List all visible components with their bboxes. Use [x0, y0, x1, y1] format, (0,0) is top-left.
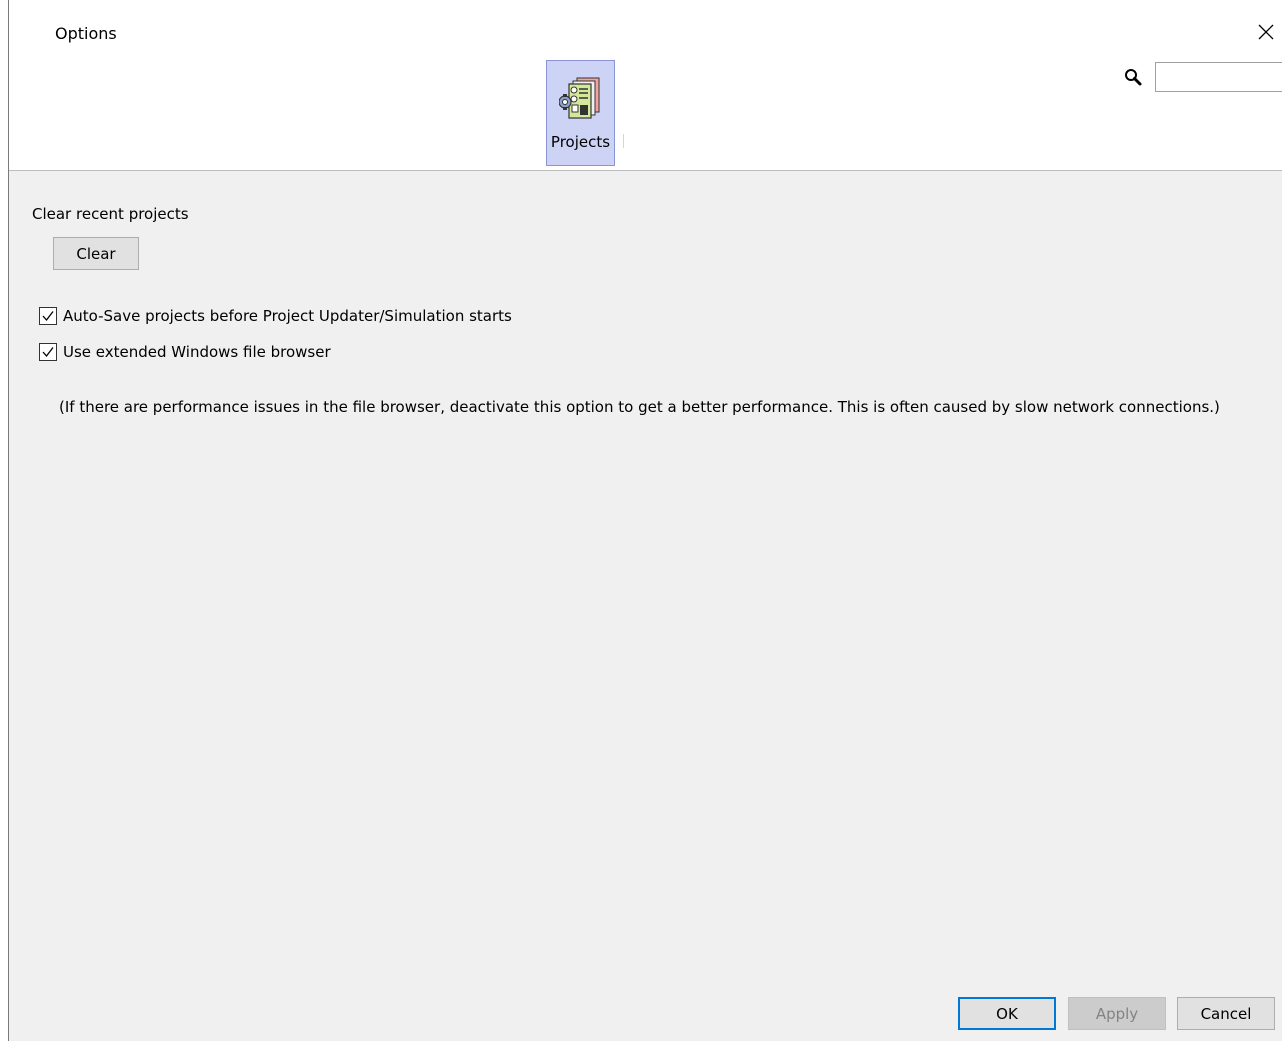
category-projects[interactable]: Projects — [546, 60, 615, 166]
checkmark-icon — [42, 347, 54, 358]
apply-button[interactable]: Apply — [1068, 997, 1166, 1030]
extended-browser-checkbox[interactable] — [39, 343, 57, 361]
close-icon — [1258, 24, 1274, 40]
options-dialog: Options Projects Clear recent projects C… — [8, 0, 1282, 1041]
auto-save-option[interactable]: Auto-Save projects before Project Update… — [39, 307, 512, 325]
search-input[interactable] — [1155, 62, 1282, 92]
auto-save-label: Auto-Save projects before Project Update… — [63, 307, 512, 325]
auto-save-checkbox[interactable] — [39, 307, 57, 325]
dialog-header: Options Projects — [9, 0, 1282, 171]
extended-browser-label: Use extended Windows file browser — [63, 343, 331, 361]
extended-browser-option[interactable]: Use extended Windows file browser — [39, 343, 331, 361]
search-icon — [1125, 69, 1142, 86]
tile-separator — [623, 134, 624, 148]
projects-icon — [559, 77, 600, 119]
close-button[interactable] — [1250, 16, 1282, 48]
checkmark-icon — [42, 311, 54, 322]
ok-button[interactable]: OK — [958, 997, 1056, 1030]
dialog-title: Options — [55, 24, 117, 43]
clear-recent-label: Clear recent projects — [32, 205, 189, 223]
performance-note: (If there are performance issues in the … — [59, 398, 1220, 416]
cancel-button[interactable]: Cancel — [1177, 997, 1275, 1030]
clear-button[interactable]: Clear — [53, 237, 139, 270]
category-label: Projects — [550, 133, 611, 151]
